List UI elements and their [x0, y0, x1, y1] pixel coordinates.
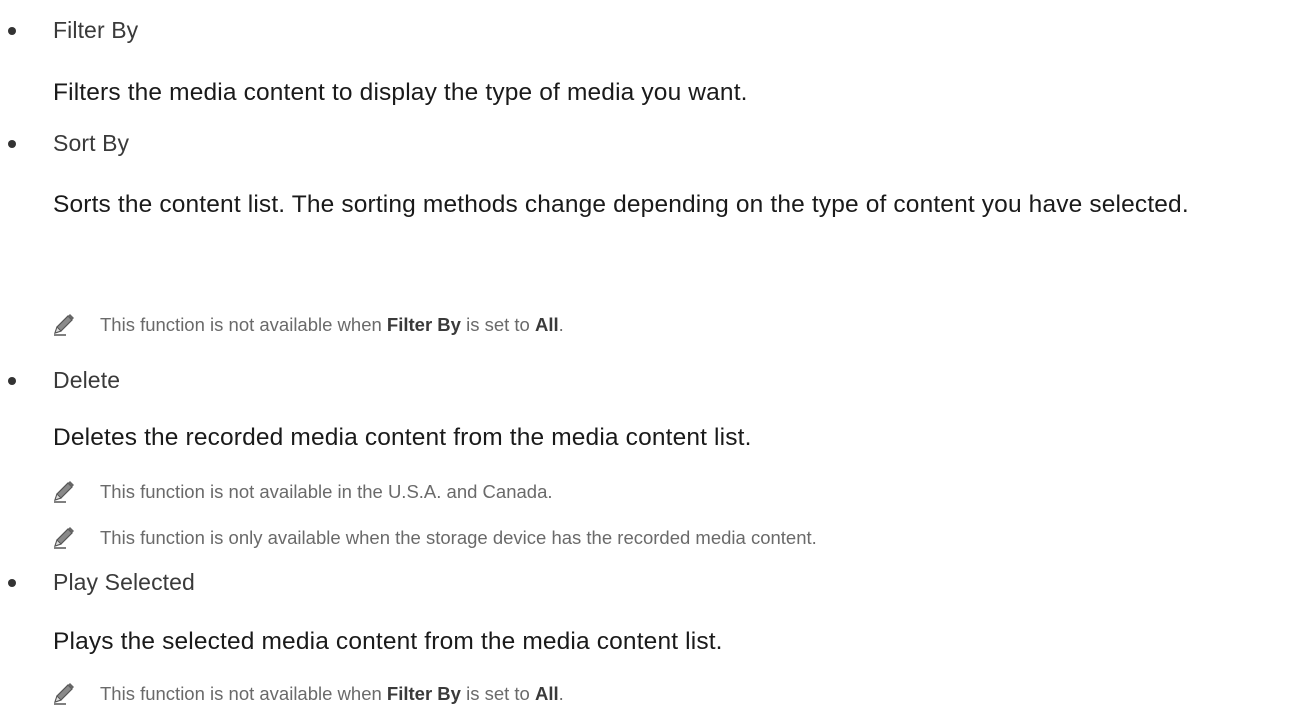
- pencil-note-icon: [54, 683, 74, 705]
- item-description: Filters the media content to display the…: [53, 79, 748, 106]
- bullet-icon: [8, 377, 16, 385]
- list-item: Sort By: [0, 128, 1306, 160]
- note: This function is only available when the…: [0, 525, 1306, 553]
- item-description: Deletes the recorded media content from …: [53, 424, 752, 451]
- item-description: Sorts the content list. The sorting meth…: [53, 191, 1189, 218]
- item-description: Plays the selected media content from th…: [53, 628, 723, 655]
- bullet-icon: [8, 579, 16, 587]
- pencil-note-icon: [54, 314, 74, 336]
- note: This function is not available when Filt…: [0, 681, 1306, 709]
- note-text: This function is not available in the U.…: [100, 481, 553, 502]
- note-text: This function is not available when Filt…: [100, 314, 564, 335]
- item-term: Filter By: [53, 17, 139, 43]
- note: This function is not available in the U.…: [0, 479, 1306, 507]
- item-term: Play Selected: [53, 569, 195, 595]
- list-item: Delete: [0, 365, 1306, 397]
- note: This function is not available when Filt…: [0, 312, 1306, 340]
- note-text: This function is not available when Filt…: [100, 683, 564, 704]
- note-text: This function is only available when the…: [100, 527, 817, 548]
- list-item: Filter By: [0, 15, 1306, 47]
- item-term: Delete: [53, 367, 121, 393]
- pencil-note-icon: [54, 481, 74, 503]
- bullet-icon: [8, 27, 16, 35]
- item-term: Sort By: [53, 130, 130, 156]
- list-item: Play Selected: [0, 567, 1306, 599]
- document-page: Filter By Filters the media content to d…: [0, 0, 1306, 710]
- pencil-note-icon: [54, 527, 74, 549]
- bullet-icon: [8, 140, 16, 148]
